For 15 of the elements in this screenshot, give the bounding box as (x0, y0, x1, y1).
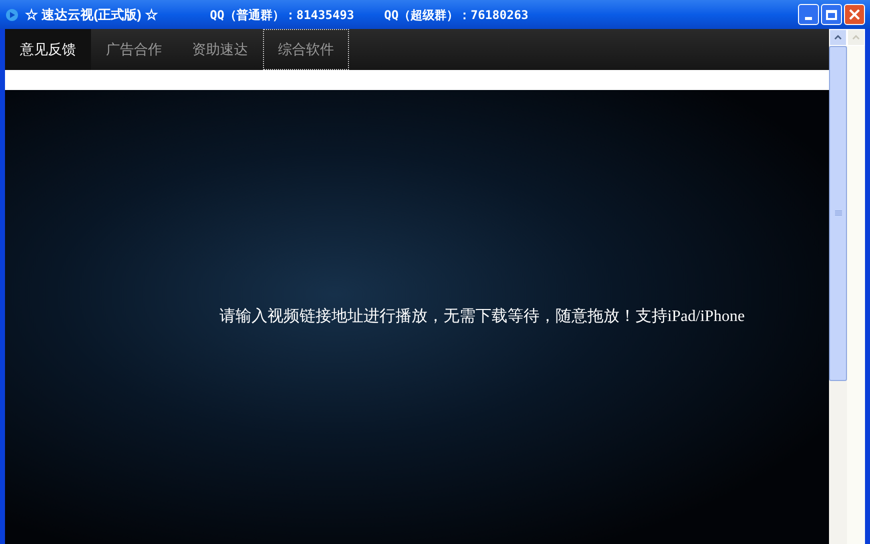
close-button[interactable] (844, 4, 865, 25)
qq-group-number: QQ（超级群）：76180263 (384, 6, 528, 24)
tab[interactable]: 广告合作 (91, 29, 177, 70)
grip-icon (834, 210, 842, 217)
qq-group-number: QQ（普通群）：81435493 (210, 6, 354, 24)
close-icon (849, 9, 860, 20)
app-icon (5, 8, 19, 22)
scroll-up-button[interactable] (829, 29, 847, 46)
tab[interactable]: 资助速达 (177, 29, 263, 70)
tab[interactable]: 意见反馈 (5, 29, 91, 70)
maximize-button[interactable] (821, 4, 842, 25)
player-message: 请输入视频链接地址进行播放，无需下载等待，随意拖放！支持iPad/iPhone (219, 306, 745, 327)
scroll-thumb[interactable] (829, 46, 847, 381)
window-title: ☆ 速达云视(正式版) ☆ (25, 6, 158, 24)
minimize-button[interactable] (798, 4, 819, 25)
